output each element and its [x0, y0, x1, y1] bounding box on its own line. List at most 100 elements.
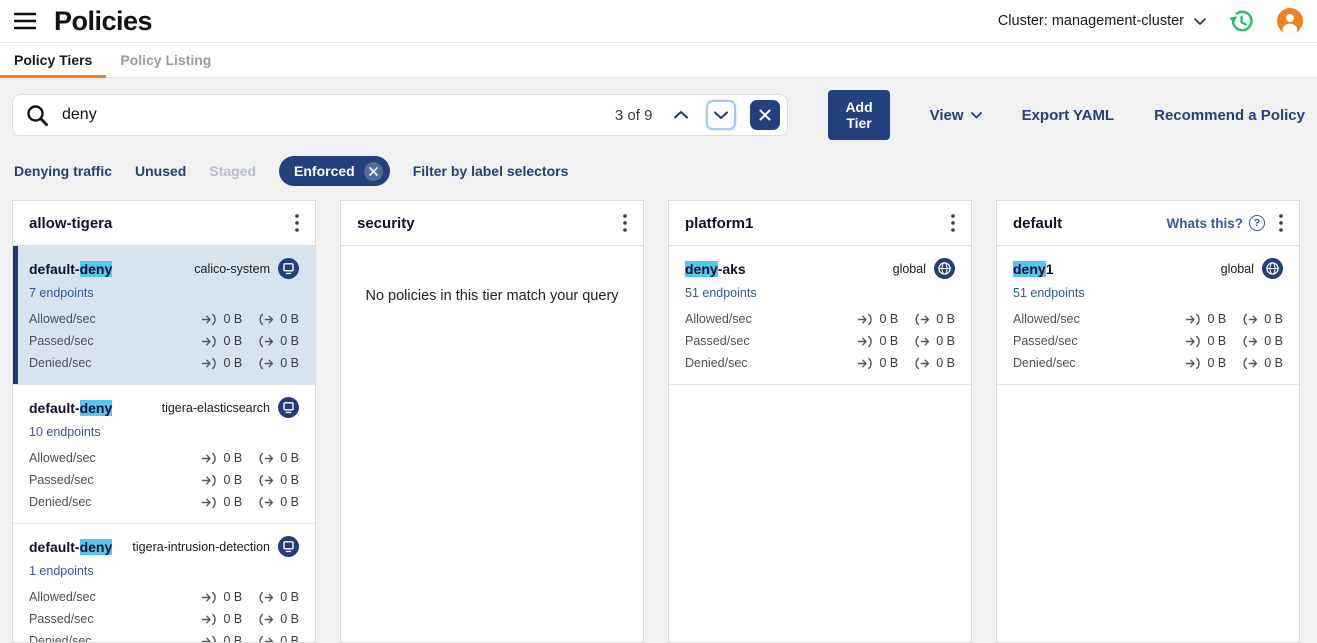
tier-body: default-deny calico-system 7 endpoints A…: [13, 246, 315, 642]
ingress-metric: 0 B: [201, 356, 242, 370]
recommend-policy-button[interactable]: Recommend a Policy: [1154, 107, 1305, 124]
egress-value: 0 B: [280, 495, 299, 509]
view-dropdown-label: View: [930, 107, 964, 124]
egress-value: 0 B: [1264, 334, 1283, 348]
search-input[interactable]: [60, 105, 605, 125]
filter-enforced-label: Enforced: [294, 163, 355, 179]
policy-scope-label: tigera-elasticsearch: [162, 401, 270, 415]
egress-metric: 0 B: [258, 612, 299, 626]
filter-unused[interactable]: Unused: [135, 163, 186, 179]
avatar-button[interactable]: [1277, 8, 1303, 34]
tier-columns: allow-tigera default-deny calico-system: [12, 200, 1305, 643]
egress-icon: [258, 635, 275, 643]
help-icon: ?: [1249, 215, 1265, 231]
egress-icon: [258, 474, 275, 487]
tier-menu-button[interactable]: [1277, 212, 1285, 234]
egress-icon: [258, 496, 275, 509]
close-icon: [759, 109, 771, 121]
tier-menu-button[interactable]: [293, 212, 301, 234]
remove-enforced-filter-button[interactable]: [364, 162, 383, 181]
policy-card[interactable]: deny-aks global 51 endpoints Allowed/sec: [669, 246, 971, 385]
ingress-value: 0 B: [223, 356, 242, 370]
ingress-value: 0 B: [1207, 356, 1226, 370]
metric-label: Passed/sec: [29, 473, 94, 487]
policy-card[interactable]: default-deny tigera-elasticsearch 10 end…: [13, 385, 315, 524]
namespace-icon: [278, 536, 299, 557]
metric-row: Denied/sec 0 B: [29, 352, 299, 374]
filter-denying-traffic[interactable]: Denying traffic: [14, 163, 112, 179]
ingress-value: 0 B: [879, 334, 898, 348]
metric-label: Allowed/sec: [685, 312, 752, 326]
metric-row: Passed/sec 0 B: [29, 469, 299, 491]
tier-menu-button[interactable]: [621, 212, 629, 234]
metric-row: Denied/sec 0 B: [1013, 352, 1283, 374]
metric-row: Denied/sec 0 B: [29, 630, 299, 642]
policy-card[interactable]: default-deny tigera-intrusion-detection …: [13, 524, 315, 642]
policy-endpoints-link[interactable]: 1 endpoints: [29, 564, 94, 578]
policy-endpoints-link[interactable]: 51 endpoints: [685, 286, 757, 300]
tab-policy-listing[interactable]: Policy Listing: [106, 43, 225, 77]
metric-label: Denied/sec: [1013, 356, 1076, 370]
egress-value: 0 B: [280, 590, 299, 604]
egress-metric: 0 B: [258, 473, 299, 487]
policy-name: deny1: [1013, 261, 1053, 277]
egress-icon: [258, 335, 275, 348]
policy-endpoints-link[interactable]: 7 endpoints: [29, 286, 94, 300]
search-clear-button[interactable]: [750, 100, 780, 130]
ingress-metric: 0 B: [1185, 356, 1226, 370]
tier-body: No policies in this tier match your quer…: [341, 246, 643, 642]
policy-name: default-deny: [29, 539, 112, 555]
history-button[interactable]: [1228, 8, 1255, 35]
cluster-selector-label: Cluster: management-cluster: [998, 13, 1184, 29]
policy-card[interactable]: deny1 global 51 endpoints Allowed/sec: [997, 246, 1299, 385]
add-tier-button[interactable]: Add Tier: [828, 90, 889, 140]
policy-card[interactable]: default-deny calico-system 7 endpoints A…: [13, 246, 315, 385]
policy-metrics: Allowed/sec 0 B: [29, 308, 299, 374]
policy-endpoints-link[interactable]: 51 endpoints: [1013, 286, 1085, 300]
filter-label-selectors[interactable]: Filter by label selectors: [413, 163, 569, 179]
namespace-icon: [278, 397, 299, 418]
egress-icon: [258, 357, 275, 370]
metric-row: Allowed/sec 0 B: [1013, 308, 1283, 330]
filter-staged[interactable]: Staged: [209, 163, 256, 179]
egress-icon: [914, 335, 931, 348]
top-header: Policies Cluster: management-cluster: [0, 0, 1317, 42]
ingress-icon: [1185, 335, 1202, 348]
metric-label: Allowed/sec: [1013, 312, 1080, 326]
metric-label: Passed/sec: [685, 334, 750, 348]
ingress-value: 0 B: [223, 473, 242, 487]
filter-enforced-pill[interactable]: Enforced: [279, 156, 390, 186]
tab-bar: Policy Tiers Policy Listing: [0, 42, 1317, 78]
egress-metric: 0 B: [258, 590, 299, 604]
egress-value: 0 B: [1264, 312, 1283, 326]
search-next-button[interactable]: [706, 100, 736, 130]
metric-row: Allowed/sec 0 B: [29, 586, 299, 608]
egress-value: 0 B: [936, 356, 955, 370]
metric-row: Allowed/sec 0 B: [29, 447, 299, 469]
egress-metric: 0 B: [914, 312, 955, 326]
search-prev-button[interactable]: [666, 100, 696, 130]
egress-value: 0 B: [280, 451, 299, 465]
egress-value: 0 B: [280, 334, 299, 348]
egress-value: 0 B: [280, 356, 299, 370]
export-yaml-button[interactable]: Export YAML: [1022, 107, 1115, 124]
egress-icon: [1242, 313, 1259, 326]
tab-policy-tiers[interactable]: Policy Tiers: [0, 43, 106, 77]
egress-metric: 0 B: [914, 356, 955, 370]
tier-column: security No policies in this tier match …: [340, 200, 644, 643]
ingress-metric: 0 B: [201, 334, 242, 348]
toolbar: 3 of 9 Add Tier: [12, 90, 1305, 140]
policy-endpoints-link[interactable]: 10 endpoints: [29, 425, 101, 439]
egress-icon: [914, 313, 931, 326]
view-dropdown[interactable]: View: [930, 107, 982, 124]
egress-metric: 0 B: [258, 334, 299, 348]
whats-this-link[interactable]: Whats this? ?: [1167, 215, 1266, 231]
egress-metric: 0 B: [258, 451, 299, 465]
tier-header: allow-tigera: [13, 201, 315, 246]
ingress-icon: [857, 357, 874, 370]
ingress-metric: 0 B: [201, 634, 242, 642]
cluster-selector[interactable]: Cluster: management-cluster: [998, 13, 1206, 29]
ingress-metric: 0 B: [201, 451, 242, 465]
hamburger-menu-button[interactable]: [14, 12, 36, 30]
tier-menu-button[interactable]: [949, 212, 957, 234]
